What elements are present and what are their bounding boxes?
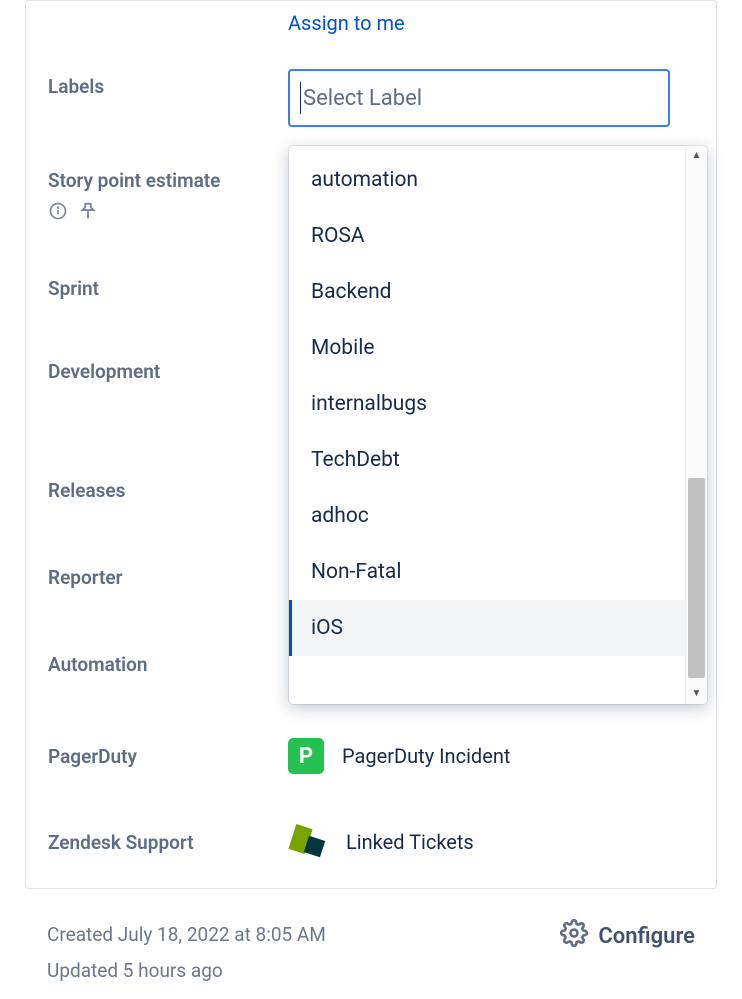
created-timestamp: Created July 18, 2022 at 8:05 AM: [47, 917, 326, 953]
labels-dropdown-list: automationROSABackendMobileinternalbugsT…: [289, 146, 685, 704]
zendesk-field-label: Zendesk Support: [48, 831, 288, 854]
dropdown-option[interactable]: Non-Fatal: [289, 544, 685, 600]
footer: Created July 18, 2022 at 8:05 AM Updated…: [25, 903, 717, 989]
releases-field-label: Releases: [48, 473, 288, 502]
sprint-field-label: Sprint: [48, 271, 288, 300]
automation-field-label: Automation: [48, 647, 288, 676]
dropdown-scrollbar[interactable]: ▲ ▼: [685, 146, 707, 704]
dropdown-option[interactable]: iOS: [289, 600, 685, 656]
pagerduty-icon: P: [288, 738, 324, 774]
gear-icon: [560, 919, 588, 953]
dropdown-option[interactable]: ROSA: [289, 208, 685, 264]
labels-placeholder: Select Label: [303, 86, 422, 111]
info-icon[interactable]: [48, 201, 68, 226]
zendesk-icon: [288, 824, 328, 860]
dropdown-option[interactable]: internalbugs: [289, 376, 685, 432]
labels-field-label: Labels: [48, 69, 288, 98]
scroll-down-icon[interactable]: ▼: [686, 686, 707, 702]
development-field-label: Development: [48, 354, 288, 383]
pin-icon[interactable]: [77, 200, 99, 227]
pagerduty-field-label: PagerDuty: [48, 745, 288, 768]
assign-to-me-link[interactable]: Assign to me: [288, 11, 405, 35]
dropdown-option[interactable]: automation: [289, 152, 685, 208]
pagerduty-incident-link[interactable]: PagerDuty Incident: [342, 744, 510, 768]
assign-row: Assign to me: [26, 1, 716, 49]
story-points-field-label: Story point estimate: [48, 169, 288, 192]
dropdown-option[interactable]: Mobile: [289, 320, 685, 376]
updated-timestamp: Updated 5 hours ago: [47, 953, 326, 989]
reporter-field-label: Reporter: [48, 560, 288, 589]
configure-button[interactable]: Configure: [560, 917, 695, 953]
scroll-up-icon[interactable]: ▲: [686, 148, 707, 164]
labels-dropdown: automationROSABackendMobileinternalbugsT…: [289, 146, 707, 704]
configure-label: Configure: [598, 924, 695, 949]
text-cursor: [300, 82, 301, 114]
scroll-thumb[interactable]: [688, 478, 705, 678]
dropdown-option[interactable]: Backend: [289, 264, 685, 320]
linked-tickets-link[interactable]: Linked Tickets: [346, 830, 474, 854]
zendesk-row: Zendesk Support Linked Tickets: [26, 782, 716, 868]
labels-row: Labels Select Label: [26, 49, 716, 135]
dropdown-option[interactable]: TechDebt: [289, 432, 685, 488]
labels-select-input[interactable]: Select Label: [288, 69, 670, 127]
dropdown-option[interactable]: adhoc: [289, 488, 685, 544]
